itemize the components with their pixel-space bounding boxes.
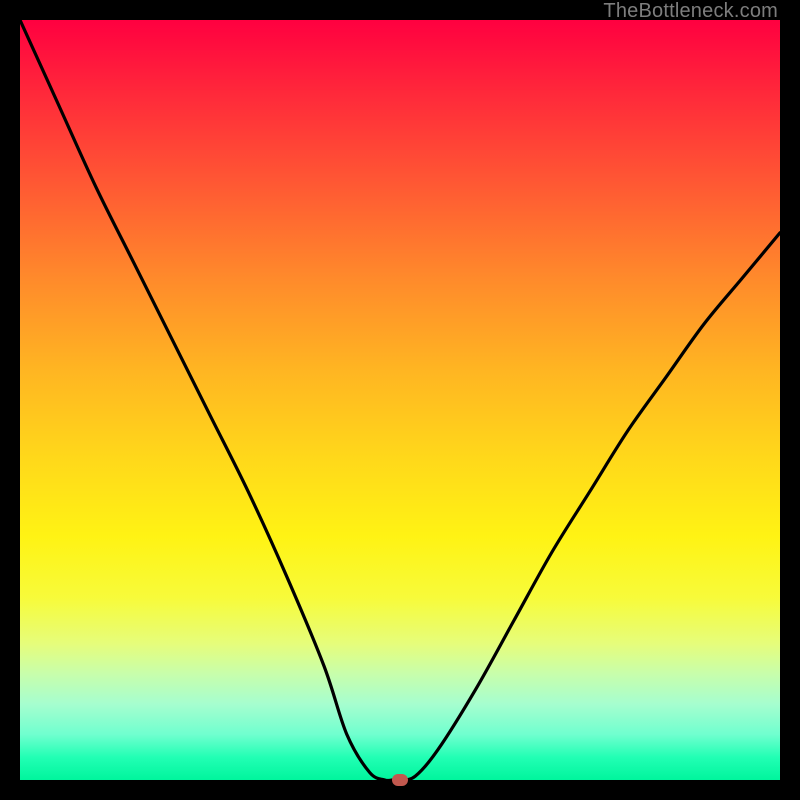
- chart-plot-area: [20, 20, 780, 780]
- chart-frame: TheBottleneck.com: [0, 0, 800, 800]
- watermark-text: TheBottleneck.com: [603, 0, 778, 23]
- bottleneck-curve: [20, 20, 780, 780]
- optimum-marker: [392, 774, 408, 786]
